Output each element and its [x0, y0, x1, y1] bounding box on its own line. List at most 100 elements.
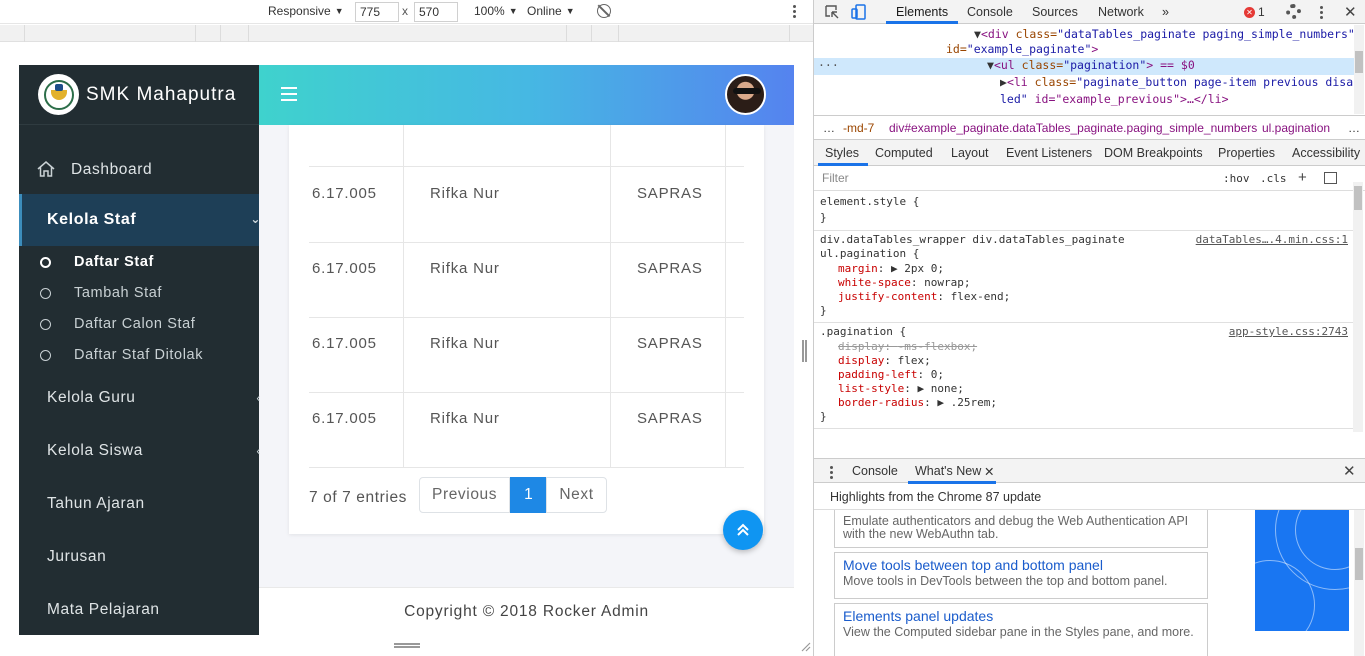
- dom-attr-value: "example_paginate": [966, 42, 1092, 56]
- drawer-menu-icon[interactable]: [830, 464, 834, 481]
- viewport-resize-handle-right[interactable]: [802, 340, 807, 362]
- dom-node[interactable]: ▶<li class="paginate_button page-item pr…: [1000, 75, 1365, 92]
- zoom-select[interactable]: 100% ▼: [474, 4, 518, 18]
- breadcrumb-item-selected[interactable]: ul.pagination: [1262, 121, 1330, 135]
- sidebar-subitem-tambah-staf[interactable]: Tambah Staf: [19, 280, 259, 306]
- rule-selector[interactable]: ul.pagination {: [820, 247, 919, 260]
- table-cell-name: Rifka Nur: [430, 185, 500, 202]
- whats-new-scrollbar[interactable]: [1354, 510, 1364, 656]
- device-toolbar-icon[interactable]: [851, 4, 866, 20]
- close-icon[interactable]: ✕: [1344, 3, 1357, 21]
- height-input[interactable]: [414, 2, 458, 22]
- css-property[interactable]: justify-content: flex-end;: [838, 290, 1010, 303]
- css-property[interactable]: padding-left: 0;: [838, 368, 944, 381]
- brand-name: SMK Mahaputra: [86, 83, 237, 105]
- drawer-tab-console[interactable]: Console: [852, 464, 898, 478]
- class-toggle[interactable]: .cls: [1260, 172, 1287, 185]
- sidebar-item-tahun-ajaran[interactable]: Tahun Ajaran: [19, 489, 259, 519]
- sidebar-subitem-daftar-calon-staf[interactable]: Daftar Calon Staf: [19, 311, 259, 337]
- filter-input[interactable]: Filter: [822, 171, 849, 185]
- rule-selector[interactable]: div.dataTables_wrapper div.dataTables_pa…: [820, 233, 1125, 246]
- expand-arrow-icon[interactable]: ▶: [1000, 75, 1007, 89]
- throttle-select[interactable]: Online ▼: [527, 4, 575, 18]
- drawer-tab-whats-new[interactable]: What's New: [915, 464, 981, 478]
- width-input[interactable]: [355, 2, 399, 22]
- media-query-ruler[interactable]: [0, 25, 813, 42]
- sidebar-item-jurusan[interactable]: Jurusan: [19, 542, 259, 572]
- table-cell-role: SAPRAS: [637, 260, 703, 277]
- tab-console[interactable]: Console: [967, 5, 1013, 19]
- sidebar-toggle-icon[interactable]: [1324, 172, 1337, 184]
- sidebar-subitem-daftar-staf[interactable]: Daftar Staf: [19, 249, 259, 275]
- sidebar-item-kelola-siswa[interactable]: Kelola Siswa ‹: [19, 436, 260, 466]
- gear-icon[interactable]: [1286, 4, 1301, 19]
- tab-sources[interactable]: Sources: [1032, 5, 1078, 19]
- menu-icon[interactable]: [281, 87, 297, 105]
- tab-elements[interactable]: Elements: [896, 5, 948, 19]
- viewport-resize-handle-bottom[interactable]: [394, 643, 420, 648]
- expand-arrow-icon[interactable]: ▼: [987, 58, 994, 72]
- expand-arrow-icon[interactable]: ▼: [974, 27, 981, 41]
- sidebar-item-kelola-staf[interactable]: Kelola Staf ⌄: [19, 194, 260, 246]
- hover-state-toggle[interactable]: :hov: [1223, 172, 1250, 185]
- brand[interactable]: SMK Mahaputra: [19, 65, 259, 125]
- news-item[interactable]: Move tools between top and bottom panel …: [834, 552, 1208, 599]
- css-property[interactable]: margin: ▶ 2px 0;: [838, 262, 944, 275]
- css-property-overridden[interactable]: display: -ms-flexbox;: [838, 340, 977, 353]
- css-property[interactable]: border-radius: ▶ .25rem;: [838, 396, 997, 409]
- breadcrumb-item[interactable]: -md-7: [843, 121, 874, 135]
- avatar[interactable]: [725, 74, 766, 115]
- active-tab-indicator: [886, 21, 958, 24]
- tab-event-listeners[interactable]: Event Listeners: [1006, 146, 1092, 160]
- scroll-to-top-button[interactable]: [723, 510, 763, 550]
- dom-node[interactable]: led" id="example_previous">…</li>: [1000, 92, 1365, 109]
- styles-scrollbar[interactable]: [1353, 182, 1363, 432]
- dom-node-selected[interactable]: ··· ▼<ul class="pagination"> == $0: [814, 58, 1354, 75]
- resize-corner-icon[interactable]: [799, 640, 811, 652]
- news-item[interactable]: Emulate authenticators and debug the Web…: [834, 510, 1208, 548]
- dom-tag: <ul: [993, 58, 1022, 72]
- tab-accessibility[interactable]: Accessibility: [1292, 146, 1360, 160]
- more-tabs-icon[interactable]: »: [1162, 5, 1169, 19]
- more-options-icon[interactable]: [793, 3, 797, 20]
- page-1-button[interactable]: 1: [510, 477, 548, 513]
- rotate-icon[interactable]: [597, 4, 611, 18]
- breadcrumb-item[interactable]: div#example_paginate.dataTables_paginate…: [889, 121, 1257, 135]
- tab-computed[interactable]: Computed: [875, 146, 933, 160]
- device-select[interactable]: Responsive ▼: [268, 4, 344, 18]
- elements-tree: ▼<div class="dataTables_paginate paging_…: [814, 25, 1365, 114]
- error-badge[interactable]: ✕ 1: [1244, 5, 1265, 19]
- dom-node[interactable]: id="example_paginate">: [946, 42, 1365, 59]
- next-page-button[interactable]: Next: [546, 477, 607, 513]
- error-icon: ✕: [1244, 6, 1255, 18]
- previous-page-button[interactable]: Previous: [419, 477, 511, 513]
- close-drawer-icon[interactable]: ✕: [1343, 462, 1356, 480]
- more-options-icon[interactable]: [1320, 4, 1324, 21]
- elements-scrollbar[interactable]: [1354, 25, 1364, 114]
- tab-layout[interactable]: Layout: [951, 146, 989, 160]
- css-property[interactable]: white-space: nowrap;: [838, 276, 970, 289]
- close-icon[interactable]: ✕: [984, 464, 994, 479]
- ellipsis-icon[interactable]: ···: [818, 58, 839, 72]
- tab-properties[interactable]: Properties: [1218, 146, 1275, 160]
- css-property-name: margin: [838, 262, 878, 275]
- tab-dom-breakpoints[interactable]: DOM Breakpoints: [1104, 146, 1203, 160]
- rule-source-link[interactable]: app-style.css:2743: [1229, 325, 1348, 338]
- rule-source-link[interactable]: dataTables….4.min.css:1: [1196, 233, 1348, 246]
- sidebar-subitem-daftar-staf-ditolak[interactable]: Daftar Staf Ditolak: [19, 342, 259, 368]
- breadcrumb-item[interactable]: …: [1348, 121, 1360, 135]
- breadcrumb-item[interactable]: …: [823, 121, 835, 135]
- css-property-value: -ms-flexbox;: [897, 340, 978, 353]
- tab-styles[interactable]: Styles: [825, 146, 859, 160]
- css-property[interactable]: display: flex;: [838, 354, 931, 367]
- new-rule-icon[interactable]: +: [1298, 169, 1307, 186]
- sidebar-item-dashboard[interactable]: Dashboard: [19, 155, 259, 185]
- rule-selector[interactable]: .pagination {: [820, 325, 906, 338]
- tab-network[interactable]: Network: [1098, 5, 1144, 19]
- css-property[interactable]: list-style: ▶ none;: [838, 382, 964, 395]
- sidebar-item-kelola-guru[interactable]: Kelola Guru ‹: [19, 383, 260, 413]
- news-item[interactable]: Elements panel updates View the Computed…: [834, 603, 1208, 656]
- sidebar-item-mata-pelajaran[interactable]: Mata Pelajaran: [19, 595, 259, 625]
- inspect-element-icon[interactable]: [825, 5, 839, 19]
- rule-selector[interactable]: element.style {: [820, 195, 919, 208]
